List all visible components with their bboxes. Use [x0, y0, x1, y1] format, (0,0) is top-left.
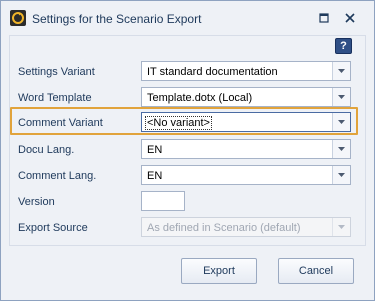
word-template-combo[interactable]: Template.dotx (Local) — [141, 87, 351, 107]
comment-lang-dropdown-button[interactable] — [332, 166, 350, 184]
chevron-down-icon — [338, 173, 345, 177]
docu-lang-combo[interactable]: EN — [141, 139, 351, 159]
settings-variant-dropdown-button[interactable] — [332, 62, 350, 80]
comment-variant-label: Comment Variant — [18, 117, 103, 129]
help-button[interactable]: ? — [335, 38, 352, 54]
scenario-export-icon — [10, 10, 26, 26]
docu-lang-label: Docu Lang. — [18, 144, 75, 156]
chevron-down-icon — [338, 120, 345, 124]
title-bar: Settings for the Scenario Export — [1, 1, 374, 35]
comment-variant-combo[interactable]: <No variant> — [141, 112, 351, 132]
export-button[interactable]: Export — [181, 258, 257, 284]
comment-variant-value: <No variant> — [145, 116, 212, 130]
chevron-down-icon — [338, 69, 345, 73]
comment-lang-label: Comment Lang. — [18, 170, 97, 182]
settings-variant-combo[interactable]: IT standard documentation — [141, 61, 351, 81]
comment-lang-combo[interactable]: EN — [141, 165, 351, 185]
cancel-button[interactable]: Cancel — [278, 258, 354, 284]
settings-variant-value: IT standard documentation — [147, 66, 278, 78]
chevron-down-icon — [338, 147, 345, 151]
chevron-down-icon — [338, 95, 345, 99]
restore-button[interactable] — [315, 10, 333, 26]
comment-variant-dropdown-button[interactable] — [332, 113, 350, 131]
dialog-title: Settings for the Scenario Export — [32, 12, 202, 26]
export-source-value: As defined in Scenario (default) — [147, 222, 301, 234]
export-source-combo[interactable]: As defined in Scenario (default) — [141, 217, 351, 237]
export-source-label: Export Source — [18, 222, 88, 234]
docu-lang-value: EN — [147, 144, 163, 156]
export-source-dropdown-button[interactable] — [332, 218, 350, 236]
settings-variant-label: Settings Variant — [18, 66, 95, 78]
version-label: Version — [18, 196, 55, 208]
export-settings-dialog: Settings for the Scenario Export ? Setti… — [0, 0, 375, 301]
close-button[interactable] — [341, 10, 359, 26]
comment-lang-value: EN — [147, 170, 163, 182]
word-template-dropdown-button[interactable] — [332, 88, 350, 106]
word-template-value: Template.dotx (Local) — [147, 92, 253, 104]
version-input[interactable] — [141, 191, 185, 211]
help-icon: ? — [340, 40, 347, 52]
restore-icon — [319, 13, 329, 23]
docu-lang-dropdown-button[interactable] — [332, 140, 350, 158]
chevron-down-icon — [338, 225, 345, 229]
close-icon — [345, 13, 355, 23]
word-template-label: Word Template — [18, 92, 92, 104]
